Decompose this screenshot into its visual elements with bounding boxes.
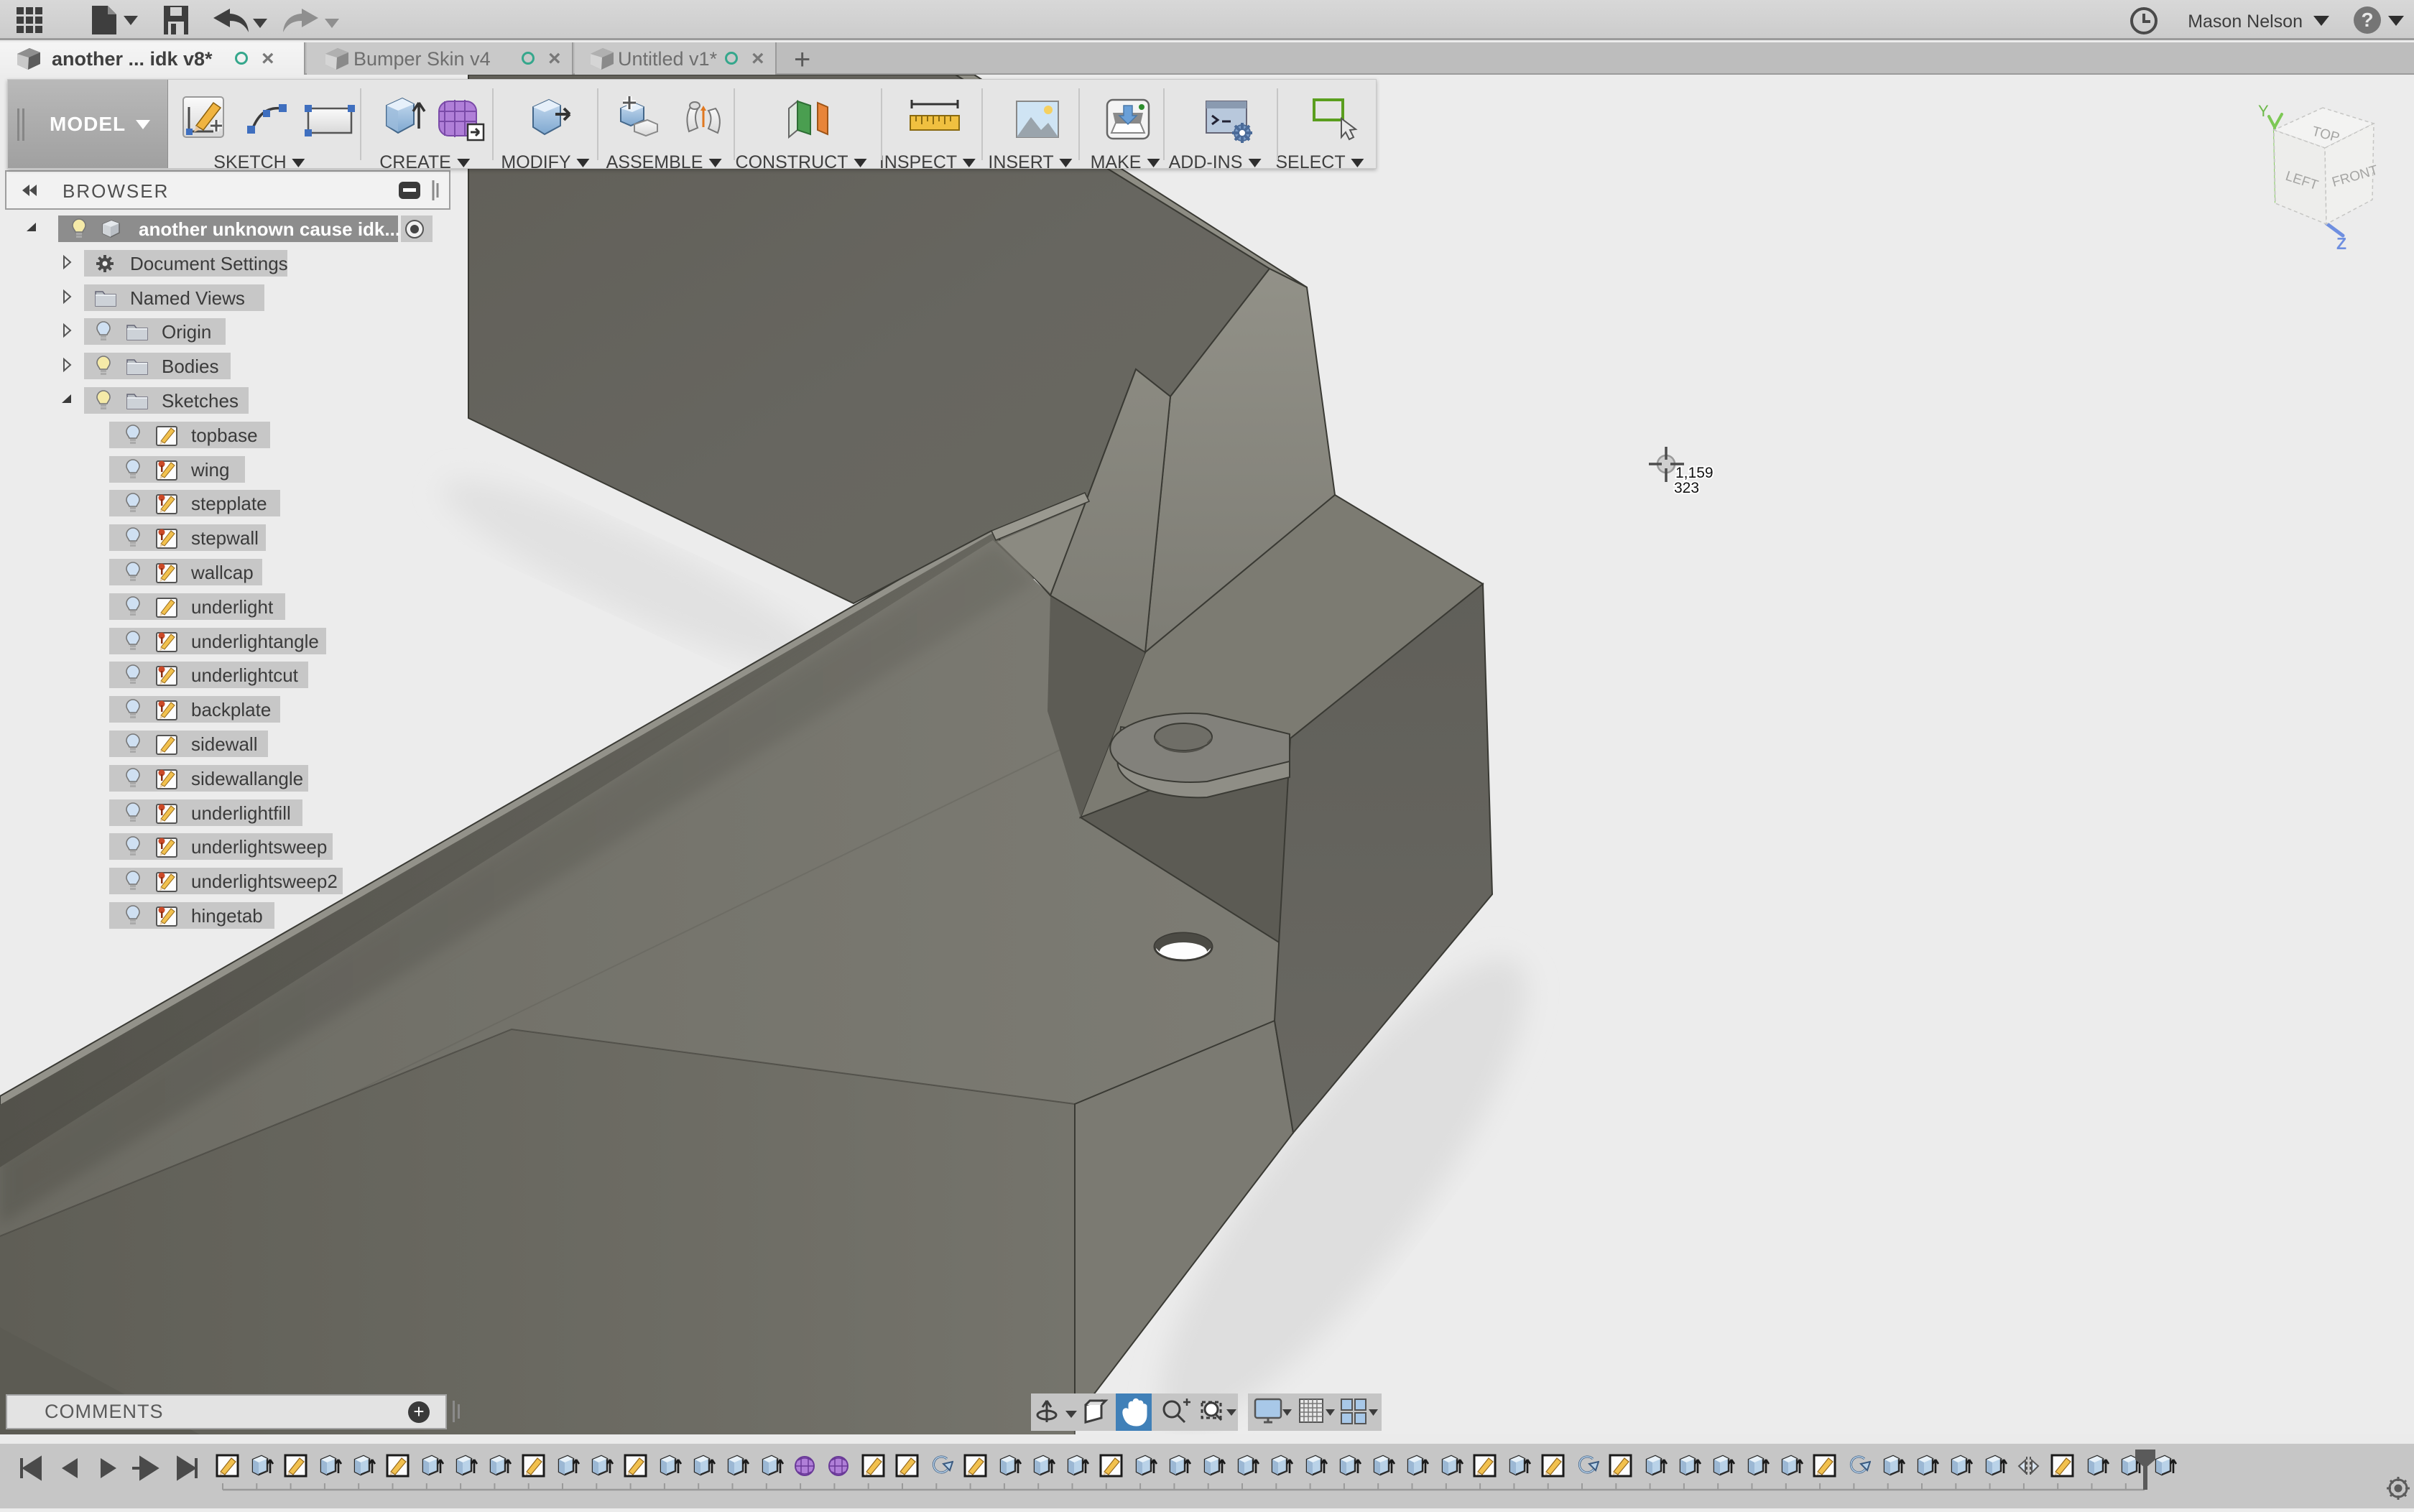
svg-text:BROWSER: BROWSER [63,180,169,202]
svg-text:Y: Y [2258,102,2269,120]
svg-text:Z: Z [2336,234,2346,253]
svg-text:1,159: 1,159 [1675,465,1714,481]
svg-text:323: 323 [1674,480,1699,496]
